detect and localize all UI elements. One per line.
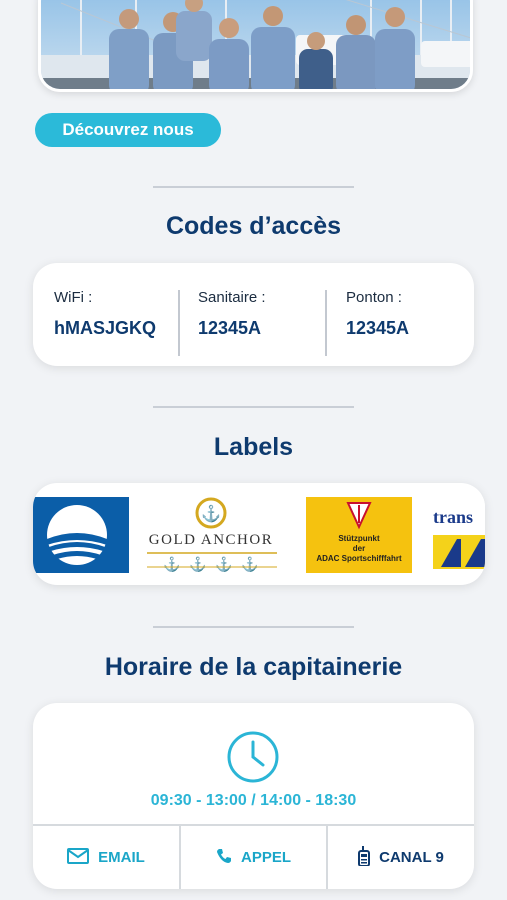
team-photo (38, 0, 473, 92)
svg-text:GOLD ANCHOR: GOLD ANCHOR (149, 532, 273, 548)
clock-icon (226, 730, 280, 789)
code-value: hMASJGKQ (54, 318, 157, 338)
code-label: WiFi : (54, 289, 93, 306)
discover-us-button[interactable]: Découvrez nous (35, 113, 221, 147)
svg-text:ADAC Sportschifffahrt: ADAC Sportschifffahrt (316, 554, 402, 563)
svg-text:Stützpunkt: Stützpunkt (338, 534, 380, 543)
office-hours-title: Horaire de la capitainerie (104, 653, 403, 681)
code-label: Sanitaire : (198, 289, 266, 306)
gold-anchor-logo: ⚓ GOLD ANCHOR ⚓ ⚓ ⚓ ⚓ (143, 497, 283, 573)
channel-9-button[interactable]: CANAL 9 (328, 826, 474, 889)
call-button[interactable]: APPEL (181, 826, 326, 889)
access-codes-title: Codes d’accès (165, 212, 342, 240)
svg-text:der: der (353, 544, 365, 553)
svg-text:trans: trans (433, 507, 473, 527)
svg-text:⚓: ⚓ (215, 556, 232, 573)
blue-flag-logo (33, 497, 129, 573)
labels-title: Labels (213, 433, 294, 461)
svg-text:⚓: ⚓ (201, 504, 221, 523)
opening-hours: 09:30 - 13:00 / 14:00 - 18:30 (150, 792, 357, 809)
access-codes-card: WiFi : hMASJGKQ Sanitaire : 12345A Ponto… (33, 263, 474, 366)
adac-logo: Stützpunkt der ADAC Sportschifffahrt (306, 497, 412, 573)
svg-text:⚓: ⚓ (241, 556, 258, 573)
phone-icon (216, 848, 232, 868)
svg-text:⚓: ⚓ (163, 556, 180, 573)
code-separator (325, 290, 327, 356)
channel-label: CANAL 9 (379, 849, 444, 866)
transeurope-logo: trans (431, 497, 485, 573)
radio-icon (358, 845, 371, 870)
svg-text:⚓: ⚓ (189, 556, 206, 573)
email-button[interactable]: EMAIL (33, 826, 179, 889)
call-label: APPEL (240, 849, 291, 866)
email-label: EMAIL (98, 849, 145, 866)
office-hours-card: 09:30 - 13:00 / 14:00 - 18:30 EMAIL APPE… (33, 703, 474, 889)
code-label: Ponton : (346, 289, 402, 306)
section-divider (153, 626, 354, 628)
code-separator (178, 290, 180, 356)
code-value: 12345A (198, 318, 262, 338)
section-divider (153, 186, 354, 188)
labels-carousel[interactable]: ⚓ GOLD ANCHOR ⚓ ⚓ ⚓ ⚓ Stützpunkt der ADAC S… (33, 483, 485, 585)
mail-icon (67, 847, 90, 868)
section-divider (153, 406, 354, 408)
code-value: 12345A (346, 318, 410, 338)
